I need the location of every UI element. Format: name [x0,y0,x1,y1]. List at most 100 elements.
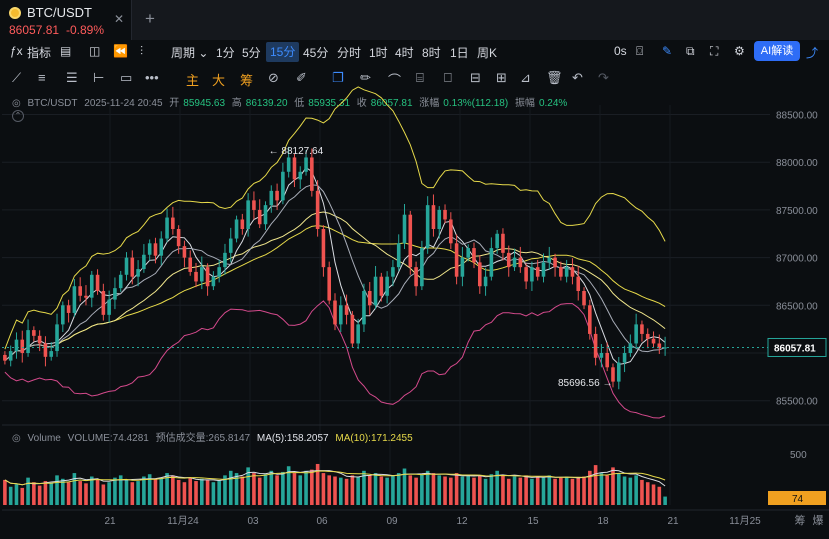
candle [559,267,563,277]
candle [310,157,314,191]
volume-bar [176,479,181,505]
candle [246,200,250,229]
volume-bar [391,475,395,505]
volume-value-label: 74 [792,494,804,505]
volume-bar [599,473,604,505]
candle [107,299,111,315]
candle [437,209,442,229]
volume-bar [113,477,117,505]
volume-bar [275,475,279,505]
candle [89,274,94,298]
volume-bar [437,475,442,505]
volume-bar [593,465,598,505]
volume-bar [518,477,523,505]
volume-bar [605,475,609,505]
volume-bar [188,477,193,505]
volume-bar [321,473,326,505]
volume-bar [89,476,94,505]
candle [327,267,332,301]
volume-title: Volume [27,433,61,444]
volume-bar [8,486,13,505]
time-tick-label: 06 [316,516,328,527]
volume-bar [582,476,586,505]
volume-bar [564,476,569,505]
volume-bar [205,479,210,505]
candle [391,267,395,277]
volume-bar [252,473,256,505]
chart-grid [2,105,829,511]
time-tick-label: 18 [597,516,609,527]
volume-bar [136,481,140,505]
volume-bar [200,478,204,505]
candle [443,209,447,220]
candle [20,339,25,353]
volume-bar [217,481,221,505]
candle [640,324,644,334]
candle [124,257,129,275]
candle [477,262,482,287]
volume-bar [66,482,71,505]
volume-bar [95,479,100,505]
candle [252,200,256,210]
candle [118,274,123,289]
volume-header: ◎ Volume VOLUME:74.4281 预估成交量:265.8147 M… [12,429,417,444]
candle [176,229,181,247]
candle [350,314,355,344]
volume-bar [530,478,534,505]
volume-bar [657,486,662,505]
candle [165,217,169,239]
candle [205,267,210,287]
volume-bar [55,475,59,505]
candle [576,276,581,291]
volume-bar [194,481,198,505]
candle [66,305,71,313]
volume-bar [634,475,638,505]
volume-ma10: MA(10):171.2455 [335,433,413,444]
candle [8,351,13,361]
candle [257,209,262,225]
collapse-icon[interactable]: ⌃ [12,110,24,122]
candle [535,267,540,277]
time-tick-label: 21 [667,516,679,527]
volume-bar [663,496,667,505]
liquidation-corner-label: 爆 [813,513,824,527]
candle [49,351,54,357]
volume-bar [257,477,262,505]
chip-corner-label: 筹 [795,513,806,527]
candle [616,362,621,382]
candle [72,286,77,313]
candle [588,305,592,334]
volume-bar [408,475,413,505]
volume-bar [472,477,476,505]
candle [645,333,650,339]
candle [281,171,285,201]
volume-bar [489,474,494,505]
candle [425,205,430,249]
volume-eye-icon[interactable]: ◎ [12,433,21,444]
price-axis: 88500.00 88000.00 87500.00 87000.00 86500.00… [767,111,827,505]
volume-bar [78,481,82,505]
current-price-label: 86057.81 [774,343,816,354]
volume-bar [512,476,517,505]
price-tick-label: 88000.00 [776,158,818,169]
volume-bar [153,478,158,505]
price-chart[interactable]: ← 88127.64 85696.56 → 88500.00 88000.00 875… [0,0,829,539]
volume-bar [159,477,164,505]
candle [159,238,164,256]
volume-bar [443,476,447,505]
candle [454,243,459,277]
candle [367,291,372,306]
volume-bar [171,475,175,505]
candle [472,248,476,263]
time-tick-label: 12 [456,516,468,527]
volume-bar [506,478,511,505]
time-tick-label: 03 [247,516,259,527]
candle [483,276,488,287]
volume-bar [281,471,285,505]
price-tick-label: 87000.00 [776,254,818,265]
candle [136,269,140,277]
candle [489,248,494,277]
volume-bar [454,473,459,505]
volume-bar [142,476,146,505]
volume-bar [269,470,274,505]
